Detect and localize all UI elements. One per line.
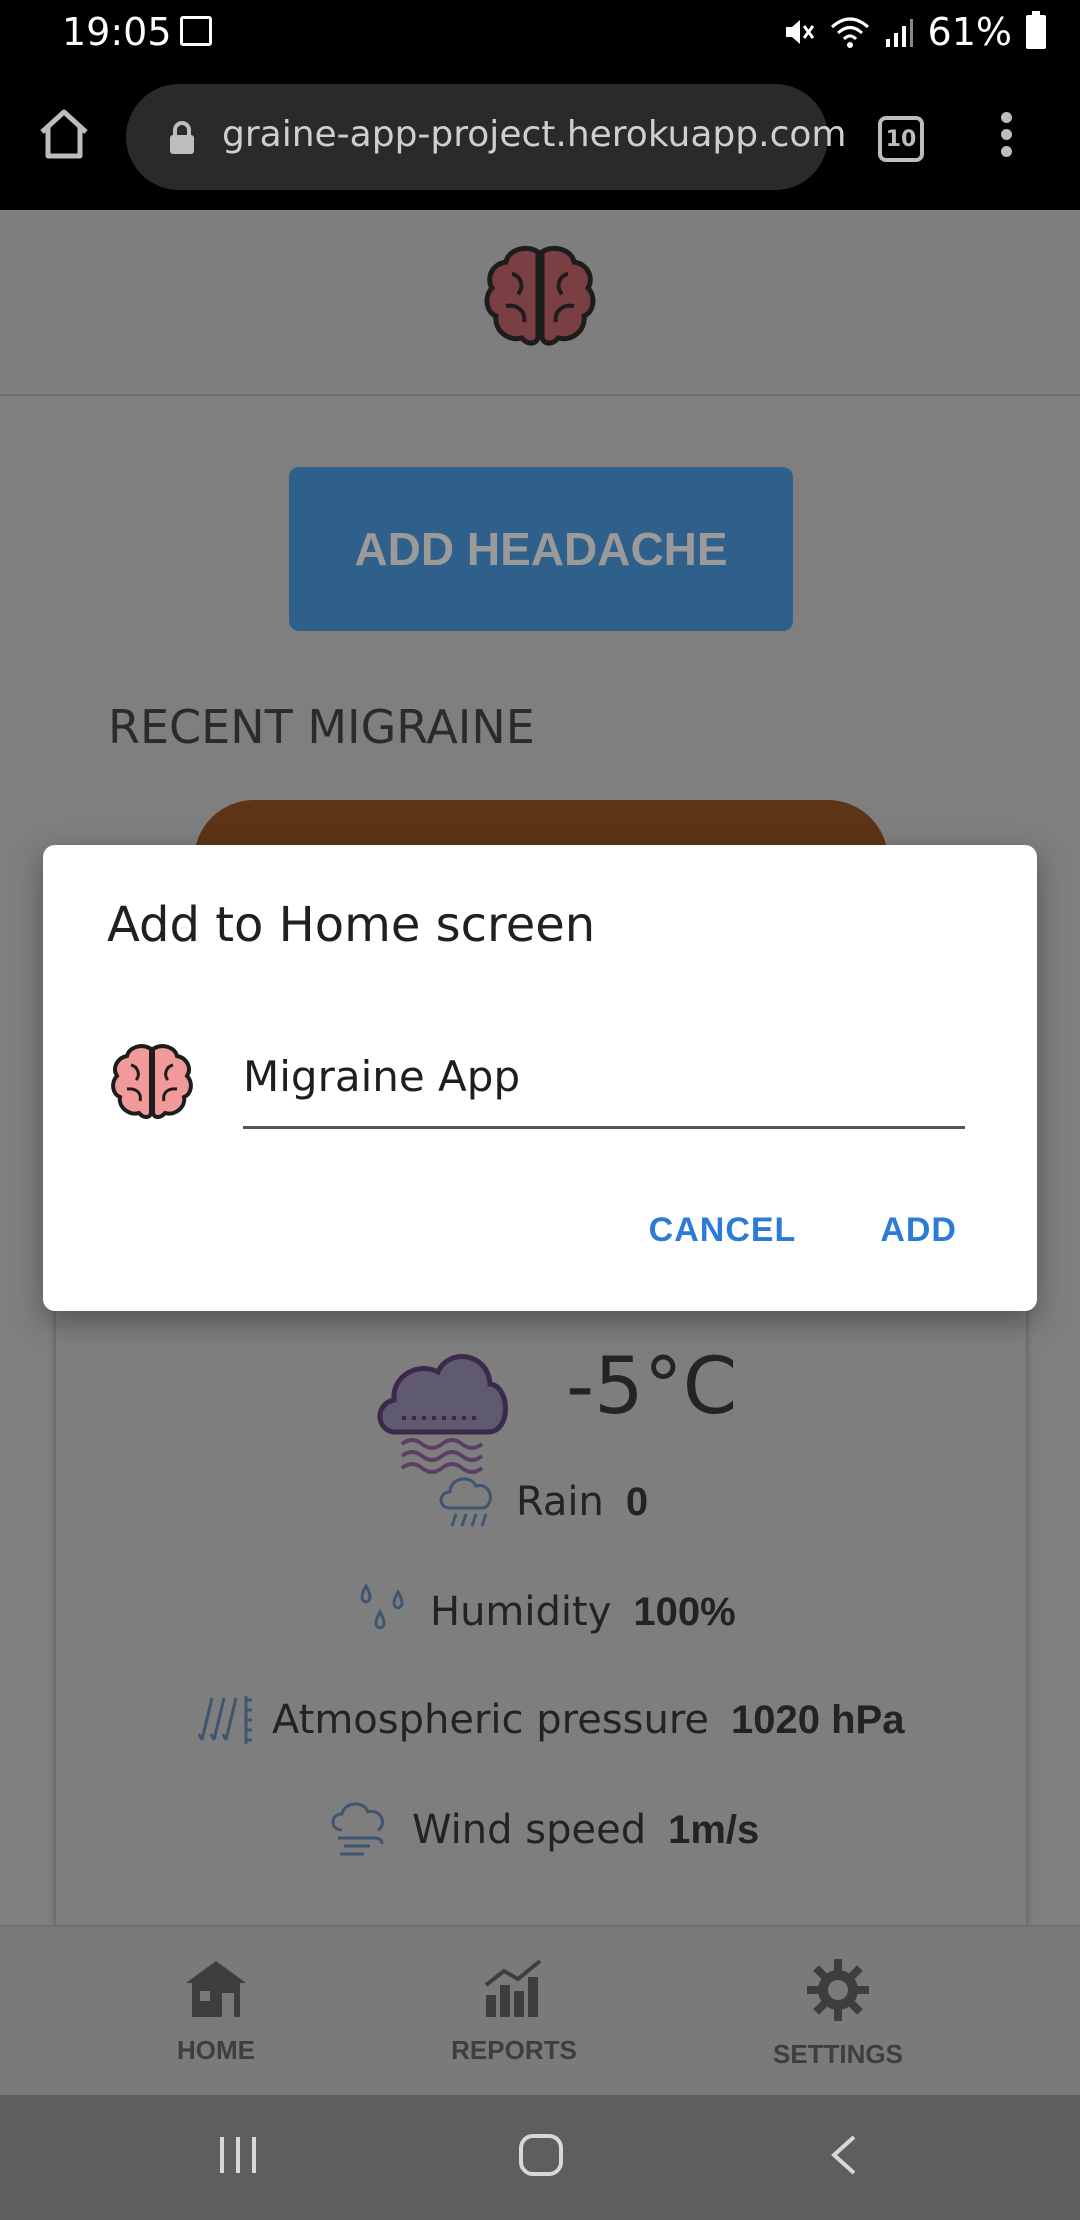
- signal-icon: [885, 19, 913, 47]
- humidity-icon: [360, 1582, 404, 1630]
- brain-icon: [111, 1044, 193, 1119]
- wind-label: Wind speed: [412, 1807, 647, 1853]
- wifi-icon: [830, 17, 869, 48]
- wind-value: 1m/s: [668, 1807, 760, 1852]
- system-navigation: [0, 2095, 1080, 2220]
- url-text: graine-app-project.herokuapp.com: [222, 114, 847, 155]
- bottom-navigation: HOME REPORTS SETTINGS: [0, 1925, 1080, 2095]
- pressure-icon: [197, 1696, 252, 1744]
- pressure-row: Atmospheric pressure 1020 hPa: [194, 1690, 904, 1750]
- pressure-value: 1020 hPa: [731, 1697, 905, 1742]
- house-icon: [186, 1961, 246, 2017]
- nav-home-label: HOME: [177, 2035, 255, 2065]
- humidity-row: Humidity 100%: [354, 1582, 736, 1642]
- wind-row: Wind speed 1m/s: [330, 1800, 759, 1860]
- status-icons: 61%: [782, 10, 1046, 54]
- nav-home[interactable]: HOME: [106, 1957, 326, 2066]
- humidity-value: 100%: [633, 1589, 736, 1634]
- back-icon[interactable]: [826, 2133, 860, 2177]
- battery-percent: 61%: [927, 10, 1012, 54]
- pressure-label: Atmospheric pressure: [272, 1697, 710, 1743]
- gear-icon: [807, 1959, 869, 2021]
- nav-reports[interactable]: REPORTS: [404, 1957, 624, 2066]
- system-home-icon[interactable]: [518, 2133, 564, 2177]
- nav-settings-label: SETTINGS: [772, 2039, 903, 2069]
- nav-reports-label: REPORTS: [451, 2035, 577, 2065]
- dialog-actions: CANCEL ADD: [649, 1211, 957, 1250]
- add-headache-button[interactable]: ADD HEADACHE: [289, 467, 793, 631]
- battery-icon: [1026, 11, 1046, 49]
- add-button[interactable]: ADD: [880, 1211, 957, 1250]
- cancel-button[interactable]: CANCEL: [649, 1211, 797, 1250]
- gallery-notification-icon: [180, 16, 212, 46]
- status-bar: 19:05 61%: [0, 0, 1080, 66]
- mute-icon: [785, 20, 814, 44]
- rain-value: 0: [625, 1479, 649, 1524]
- browser-toolbar: graine-app-project.herokuapp.com 10: [0, 66, 1080, 210]
- cloud-icon: [377, 1354, 508, 1474]
- home-icon[interactable]: [36, 106, 92, 162]
- rain-icon: [439, 1477, 492, 1527]
- status-time: 19:05: [62, 10, 172, 54]
- dialog-title: Add to Home screen: [107, 897, 596, 953]
- nav-settings[interactable]: SETTINGS: [728, 1957, 948, 2070]
- add-to-home-dialog: Add to Home screen CANCEL ADD: [43, 845, 1037, 1311]
- humidity-label: Humidity: [430, 1589, 612, 1635]
- tabs-icon[interactable]: 10: [878, 116, 924, 162]
- app-name-input[interactable]: [243, 1027, 965, 1129]
- chart-icon: [484, 1959, 542, 2017]
- brain-icon: [484, 245, 596, 346]
- lock-icon: [170, 121, 194, 154]
- rain-row: Rain 0: [436, 1472, 648, 1532]
- address-bar[interactable]: graine-app-project.herokuapp.com: [126, 84, 846, 190]
- recents-icon[interactable]: [216, 2133, 260, 2177]
- page-header: [0, 210, 1080, 396]
- more-icon[interactable]: [996, 112, 1016, 162]
- temperature: -5°C: [566, 1342, 738, 1432]
- wind-icon: [331, 1802, 384, 1856]
- recent-migraine-heading: RECENT MIGRAINE: [108, 700, 535, 754]
- rain-label: Rain: [516, 1479, 604, 1525]
